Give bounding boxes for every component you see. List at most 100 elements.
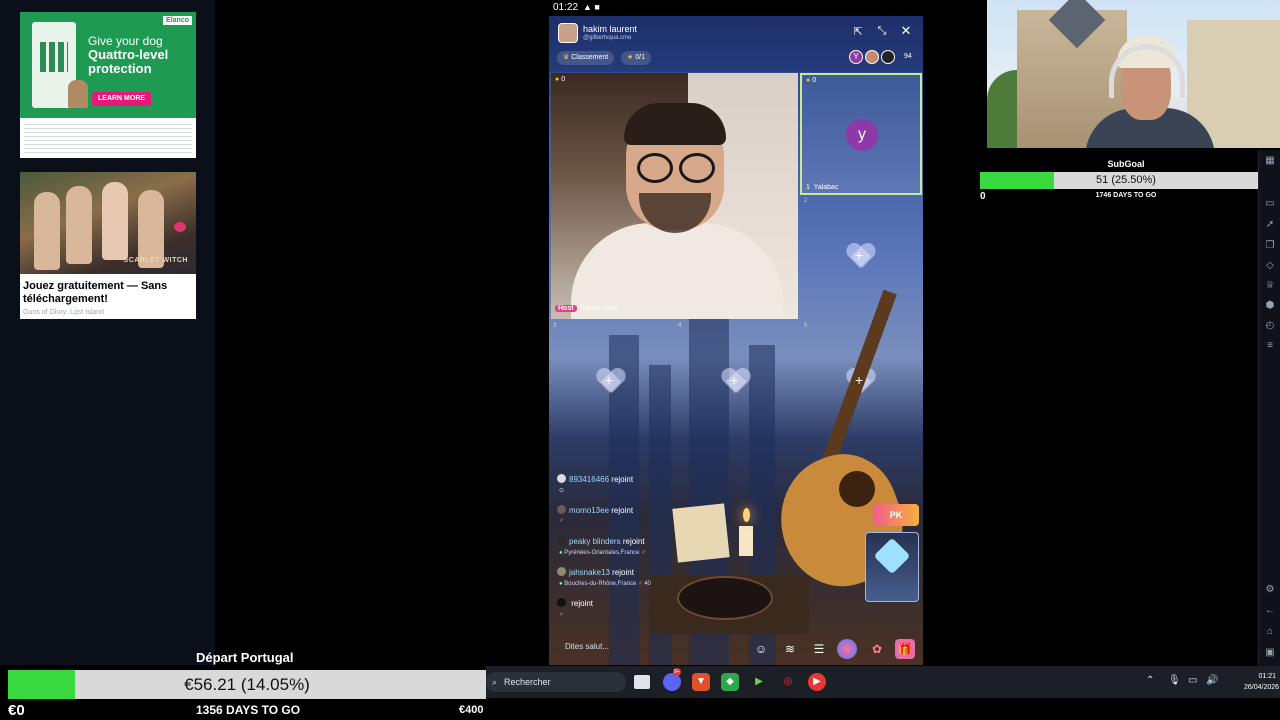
show-hidden-icons-icon[interactable]: ⌃ (1146, 675, 1154, 686)
shield-icon[interactable]: ◇ (1264, 260, 1276, 272)
gift-icon[interactable]: 🎁 (895, 639, 915, 659)
add-seat-icon[interactable]: + (846, 244, 876, 270)
rose-icon[interactable]: ✿ (867, 639, 887, 659)
taskbar-search[interactable]: ⌕ Rechercher (486, 672, 626, 692)
donation-progress-bar: €56.21 (14.05%) (8, 670, 486, 699)
subgoal-progress-bar: 51 (25.50%) (980, 172, 1272, 189)
stars-button[interactable]: ★ 0/1 (621, 51, 651, 65)
glasses-right (679, 153, 715, 183)
close-icon[interactable]: ✕ (899, 23, 913, 39)
cube-icon[interactable]: ⬢ (1264, 300, 1276, 312)
obs-icon[interactable]: ◎ (779, 673, 797, 691)
user-avatar[interactable] (557, 598, 566, 607)
youtube-icon[interactable]: ▶ (808, 673, 826, 691)
volume-icon[interactable]: 🔊 (1206, 675, 1218, 686)
home-icon[interactable]: ⌂ (1264, 626, 1276, 638)
learn-more-button[interactable]: LEARN MORE (92, 92, 152, 106)
trophy-icon[interactable]: ♕ (1264, 280, 1276, 292)
viewer-avatar[interactable] (865, 50, 879, 64)
guest-avatar[interactable]: y (846, 119, 878, 151)
subgoal-days-left: 1746 DAYS TO GO (1095, 192, 1157, 199)
chat-location-text: Bouches-du-Rhône,France (564, 581, 637, 587)
live-room-window: hakim laurent @gilbertvqua.cme ⇱ ⤡ ✕ ♛ C… (549, 16, 923, 665)
network-icon[interactable]: ▭ (1188, 675, 1197, 686)
viewer-count[interactable]: 94 (904, 53, 912, 60)
user-avatar[interactable] (557, 505, 566, 514)
chart-icon[interactable]: ▦ (1264, 155, 1276, 167)
discord-icon[interactable]: 9+ (663, 668, 681, 691)
chat-action: rejoint (611, 475, 634, 484)
desktop-screen: Elanco Give your dog Quattro-level prote… (0, 0, 1280, 720)
host-video-tile[interactable]: ● 0 Host Gilbert chikli (551, 73, 798, 319)
search-placeholder: Rechercher (504, 677, 551, 687)
ad-fine-print (24, 124, 192, 156)
back-icon[interactable]: ← (1264, 605, 1276, 617)
emoji-icon[interactable]: ☺ (751, 639, 771, 659)
user-avatar[interactable] (557, 567, 566, 576)
heart-icon (174, 222, 186, 232)
chat-input[interactable]: Dites salut... (565, 642, 609, 651)
settings-icon[interactable]: ⚙ (1264, 584, 1276, 596)
ad-headline: Give your dog Quattro-level protection (88, 34, 192, 76)
viewer-avatar[interactable]: Y (849, 50, 863, 64)
ranking-button[interactable]: ♛ Classement (557, 51, 615, 65)
minimize-icon[interactable]: ⤡ (875, 25, 889, 38)
ranking-label: Classement (571, 54, 609, 61)
chat-username[interactable]: momo13ee (569, 506, 609, 515)
ad-headline-line2: Quattro-level protection (88, 47, 169, 76)
microphone-icon[interactable]: 🎙 (1168, 675, 1181, 686)
discord-notification-badge: 9+ (673, 668, 681, 676)
hamburger-icon[interactable]: ≡ (1264, 340, 1276, 352)
game-icon[interactable] (837, 639, 857, 659)
user-avatar[interactable] (557, 536, 566, 545)
chat-username[interactable]: 893416466 (569, 475, 609, 484)
task-view-icon[interactable] (634, 675, 650, 689)
seat-number: 4 (678, 323, 682, 329)
empty-seat[interactable]: 2 + (800, 196, 922, 320)
host-coins: 0 (561, 76, 566, 83)
guest-seat-tile[interactable]: ● 0 y 1 Yalabac (800, 73, 922, 195)
brave-browser-icon[interactable]: ▼ (692, 673, 710, 691)
clock-icon[interactable]: ◴ (1264, 320, 1276, 332)
window-icon[interactable]: ▣ (1264, 647, 1276, 659)
empty-seat[interactable]: 4 + (674, 321, 798, 445)
chat-message: momo13ee rejoint (557, 505, 633, 515)
copy-icon[interactable]: ❐ (1264, 240, 1276, 252)
host-badge: Host (555, 305, 577, 312)
audio-levels-icon[interactable]: ≋ (780, 639, 800, 659)
ad-banner: Elanco Give your dog Quattro-level prote… (20, 12, 196, 118)
viewer-avatar[interactable] (881, 50, 895, 64)
pk-battle-button[interactable]: PK (873, 504, 919, 526)
chat-user-gender: ⊙ (559, 488, 565, 494)
user-avatar[interactable] (557, 474, 566, 483)
guest-seat-number: 1 (806, 184, 810, 191)
room-header: hakim laurent @gilbertvqua.cme ⇱ ⤡ ✕ ♛ C… (549, 16, 923, 72)
empty-seat[interactable]: 3 + (549, 321, 673, 445)
game-ad[interactable]: SCARLET WITCH Jouez gratuitement — Sans … (20, 172, 196, 319)
chat-action: rejoint (612, 568, 634, 577)
glasses-left (637, 153, 673, 183)
app-icon[interactable]: ◆ (721, 673, 739, 691)
add-seat-icon[interactable]: + (721, 369, 751, 395)
chat-username[interactable]: peaky blinders (569, 537, 621, 546)
chat-message: peaky blinders rejoint (557, 536, 645, 546)
media-player-icon[interactable]: ▶ (750, 673, 768, 691)
add-seat-icon[interactable]: + (596, 369, 626, 395)
windows-taskbar: ⌕ Rechercher 9+ ▼ ◆ ▶ ◎ ▶ ⌃ 🎙 ▭ 🔊 01:21 … (486, 666, 1280, 698)
rocket-icon[interactable]: ➚ (1264, 219, 1276, 231)
game-ad-title[interactable]: Jouez gratuitement — Sans téléchargement… (23, 280, 193, 306)
host-avatar[interactable] (558, 23, 578, 43)
game-ad-subtitle: Guns of Glory: Lost Island (23, 309, 104, 316)
character-figure (102, 182, 128, 260)
host-handle: @gilbertvqua.cme (583, 35, 632, 41)
event-card[interactable] (865, 532, 919, 602)
empty-seat[interactable]: 5 + (800, 321, 922, 445)
candle-decoration (739, 526, 753, 556)
taskbar-clock[interactable]: 01:21 26/04/2026 (1244, 671, 1279, 693)
share-icon[interactable]: ⇱ (851, 25, 865, 38)
dog-protection-ad[interactable]: Elanco Give your dog Quattro-level prote… (20, 12, 196, 158)
folder-icon[interactable]: ▭ (1264, 198, 1276, 210)
chat-username[interactable]: jahsnake13 (569, 568, 610, 577)
chat-user-gender: ♂ (559, 518, 564, 524)
menu-icon[interactable]: ☰ (809, 639, 829, 659)
